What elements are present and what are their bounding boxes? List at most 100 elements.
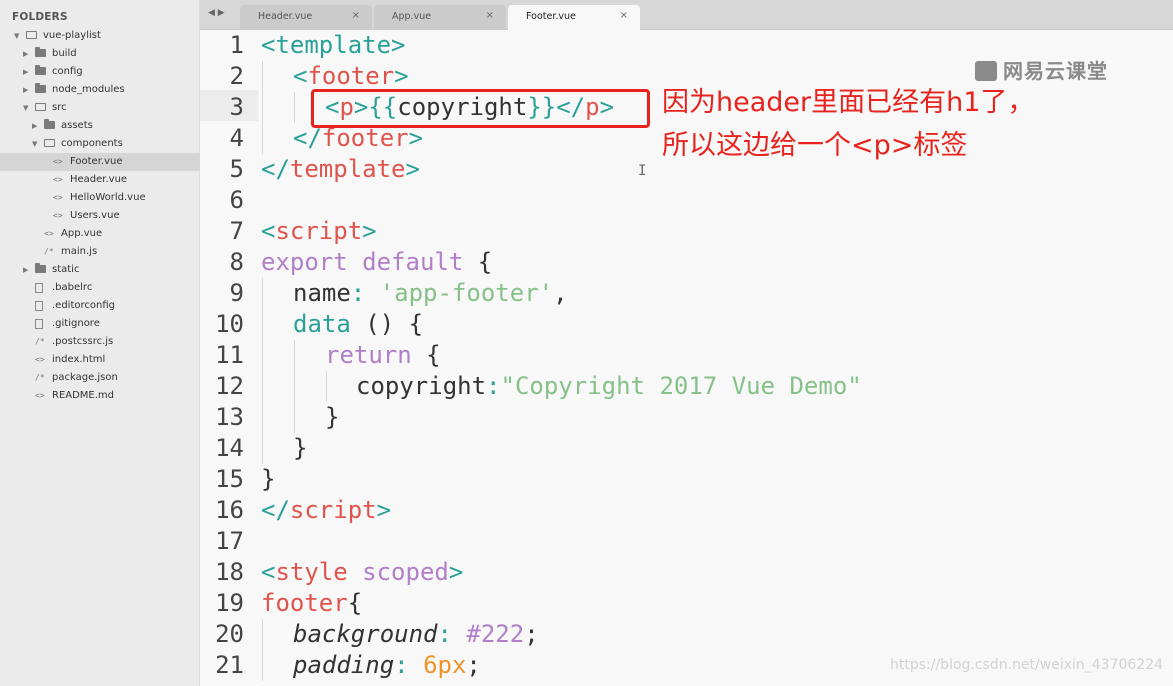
tree-item[interactable]: .gitignore: [0, 315, 200, 333]
tree-item-label: src: [52, 102, 67, 113]
tree-item-label: HelloWorld.vue: [70, 192, 146, 203]
close-icon[interactable]: ×: [352, 10, 360, 21]
text-cursor-icon: I: [638, 163, 647, 179]
tree-item[interactable]: ▼ vue-playlist: [0, 27, 200, 45]
line-number: 12: [215, 372, 244, 400]
line-number: 4: [229, 124, 244, 152]
tree-item-label: config: [52, 66, 83, 77]
collapsed-arrow-icon[interactable]: ▶: [23, 261, 28, 279]
tab-footer-vue[interactable]: Footer.vue ×: [508, 5, 640, 30]
tree-item[interactable]: ▶ static: [0, 261, 200, 279]
code-file-icon: <>: [53, 211, 63, 220]
folder-open-icon: [35, 103, 46, 111]
tree-item[interactable]: ▶ config: [0, 63, 200, 81]
tree-item-label: .babelrc: [52, 282, 93, 293]
tree-item[interactable]: <> index.html: [0, 351, 200, 369]
tree-item[interactable]: .babelrc: [0, 279, 200, 297]
tree-item[interactable]: /* main.js: [0, 243, 200, 261]
tree-item-label: App.vue: [61, 228, 103, 239]
line-number: 15: [215, 465, 244, 493]
tree-item[interactable]: <> Users.vue: [0, 207, 200, 225]
tab-nav-arrows-icon[interactable]: ◀ ▶: [208, 8, 225, 18]
tree-item[interactable]: ▶ assets: [0, 117, 200, 135]
tab-label: Header.vue: [258, 11, 313, 22]
folders-title: FOLDERS: [12, 11, 68, 23]
tree-item[interactable]: <> App.vue: [0, 225, 200, 243]
collapsed-arrow-icon[interactable]: ▶: [23, 81, 28, 99]
expanded-arrow-icon[interactable]: ▼: [14, 27, 19, 45]
script-file-icon: /*: [35, 337, 45, 346]
tree-item-label: main.js: [61, 246, 98, 257]
close-icon[interactable]: ×: [486, 10, 494, 21]
folder-open-icon: [26, 31, 37, 39]
line-number: 16: [215, 496, 244, 524]
line-number: 1: [229, 31, 244, 59]
line-number: 20: [215, 620, 244, 648]
tree-item-label: build: [52, 48, 77, 59]
tree-item[interactable]: <> Header.vue: [0, 171, 200, 189]
code-file-icon: <>: [35, 391, 45, 400]
folder-icon: [35, 47, 46, 57]
code-file-icon: <>: [53, 193, 63, 202]
collapsed-arrow-icon[interactable]: ▶: [32, 117, 37, 135]
code-line-15: }: [261, 465, 276, 493]
tree-item[interactable]: <> Footer.vue: [0, 153, 200, 171]
line-number: 7: [229, 217, 244, 245]
script-file-icon: /*: [44, 247, 54, 256]
file-icon: [35, 283, 43, 293]
tree-item-label: components: [61, 138, 123, 149]
file-icon: [35, 301, 43, 311]
tree-item[interactable]: <> HelloWorld.vue: [0, 189, 200, 207]
code-line-18: <style scoped>: [261, 558, 464, 586]
tree-item[interactable]: /* package.json: [0, 369, 200, 387]
expanded-arrow-icon[interactable]: ▼: [23, 99, 28, 117]
code-line-19: footer{: [261, 589, 363, 617]
watermark-logo: 网易云课堂: [975, 55, 1108, 84]
code-line-1: <template>: [261, 31, 406, 59]
tree-item[interactable]: ▼ src: [0, 99, 200, 117]
line-number: 14: [215, 434, 244, 462]
code-line-9: name: 'app-footer',: [293, 279, 568, 307]
tree-item[interactable]: .editorconfig: [0, 297, 200, 315]
collapsed-arrow-icon[interactable]: ▶: [23, 63, 28, 81]
tree-item[interactable]: <> README.md: [0, 387, 200, 405]
tree-item-label: node_modules: [52, 84, 125, 95]
tree-item[interactable]: ▶ node_modules: [0, 81, 200, 99]
line-number: 3: [229, 93, 244, 121]
line-number: 17: [215, 527, 244, 555]
tree-item-label: index.html: [52, 354, 106, 365]
tree-item[interactable]: /* .postcssrc.js: [0, 333, 200, 351]
code-line-11: return {: [325, 341, 441, 369]
tab-label: App.vue: [392, 11, 432, 22]
tree-item-label: README.md: [52, 390, 115, 401]
code-line-8: export default {: [261, 248, 493, 276]
sidebar: FOLDERS ▼ vue-playlist ▶ build ▶ config ▶ node_…: [0, 0, 200, 686]
code-file-icon: <>: [44, 229, 54, 238]
folder-icon: [35, 83, 46, 93]
tree-item-label: static: [52, 264, 80, 275]
tab-bar: ◀ ▶ Header.vue × App.vue × Footer.vue ×: [200, 0, 1173, 30]
tree-item[interactable]: ▶ build: [0, 45, 200, 63]
tab-app-vue[interactable]: App.vue ×: [374, 5, 506, 30]
line-number: 13: [215, 403, 244, 431]
folder-icon: [35, 65, 46, 75]
code-line-13: }: [325, 403, 340, 431]
line-number: 5: [229, 155, 244, 183]
expanded-arrow-icon[interactable]: ▼: [32, 135, 37, 153]
line-number: 11: [215, 341, 244, 369]
folder-icon: [44, 119, 55, 129]
code-line-10: data () {: [293, 310, 424, 338]
close-icon[interactable]: ×: [620, 10, 628, 21]
line-number: 6: [229, 186, 244, 214]
tree-item-label: Footer.vue: [70, 156, 123, 167]
line-number: 2: [229, 62, 244, 90]
code-line-20: background: #222;: [293, 620, 539, 648]
line-number: 18: [215, 558, 244, 586]
tab-header-vue[interactable]: Header.vue ×: [240, 5, 372, 30]
code-line-21: padding: 6px;: [293, 651, 481, 679]
tree-item[interactable]: ▼ components: [0, 135, 200, 153]
annotation-line-2: 所以这边给一个<p>标签: [662, 130, 968, 161]
collapsed-arrow-icon[interactable]: ▶: [23, 45, 28, 63]
tree-item-label: vue-playlist: [43, 30, 101, 41]
code-line-2: <footer>: [293, 62, 409, 90]
